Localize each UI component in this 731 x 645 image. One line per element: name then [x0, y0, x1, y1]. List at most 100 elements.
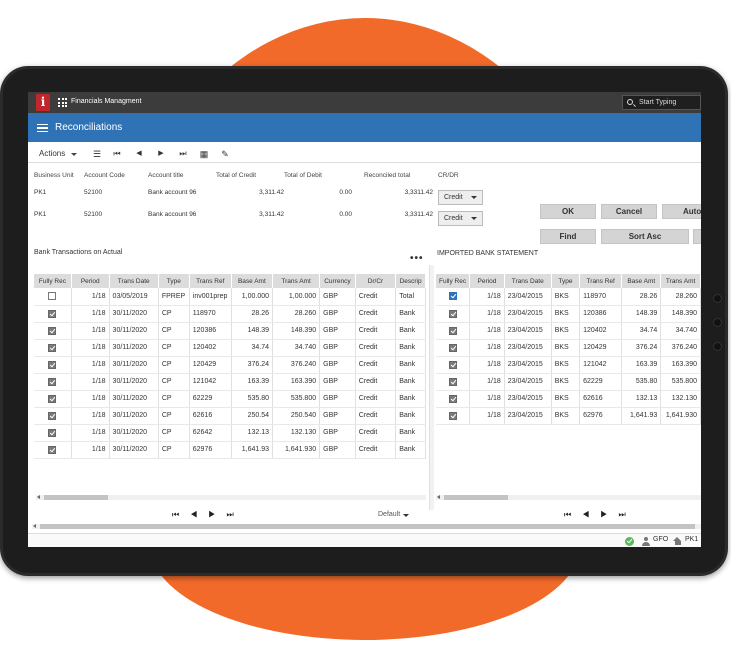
- table-row[interactable]: 1/18 23/04/2015 BKS 62616 132.13 132.130: [436, 390, 701, 408]
- fully-rec-cell[interactable]: [436, 407, 471, 425]
- fully-rec-checkbox[interactable]: [48, 292, 57, 301]
- view-select[interactable]: Default: [378, 511, 410, 518]
- prev-icon[interactable]: ◀: [132, 147, 146, 161]
- fully-rec-checkbox[interactable]: [48, 428, 57, 437]
- fully-rec-checkbox[interactable]: [448, 343, 457, 352]
- column-header[interactable]: Period: [469, 274, 505, 288]
- fully-rec-checkbox[interactable]: [48, 343, 57, 352]
- table-row[interactable]: 1/18 30/11/2020 CP 118970 28.26 28.260 GBP Cred…: [34, 305, 426, 323]
- left-pager[interactable]: ⏮◀▶⏭: [172, 510, 245, 520]
- find-button[interactable]: Find: [540, 229, 596, 244]
- fully-rec-cell[interactable]: [436, 390, 471, 408]
- app-logo[interactable]: i: [36, 94, 50, 111]
- scroll-left-icon[interactable]: [33, 524, 36, 528]
- page-horizontal-scrollbar[interactable]: [32, 524, 701, 529]
- fully-rec-checkbox[interactable]: [448, 360, 457, 369]
- table-row[interactable]: 1/18 23/04/2015 BKS 62976 1,641.93 1,641.930: [436, 407, 701, 425]
- column-header[interactable]: Trans Amt: [272, 274, 321, 288]
- fully-rec-cell[interactable]: [34, 305, 72, 323]
- column-header[interactable]: Descrip: [395, 274, 426, 288]
- fully-rec-checkbox[interactable]: [48, 326, 57, 335]
- scroll-left-icon[interactable]: [437, 495, 440, 499]
- table-row[interactable]: 1/18 30/11/2020 CP 62976 1,641.93 1,641.930 GB…: [34, 441, 426, 459]
- fully-rec-cell[interactable]: [34, 407, 72, 425]
- fully-rec-checkbox[interactable]: [448, 411, 457, 420]
- more-options-icon[interactable]: •••: [410, 253, 424, 264]
- fully-rec-cell[interactable]: [436, 339, 471, 357]
- column-header[interactable]: Base Amt: [231, 274, 274, 288]
- fully-rec-checkbox[interactable]: [448, 394, 457, 403]
- table-row[interactable]: 1/18 23/04/2015 BKS 120386 148.39 148.390: [436, 305, 701, 323]
- column-header[interactable]: Trans Ref: [189, 274, 232, 288]
- column-header[interactable]: Type: [158, 274, 190, 288]
- actions-dropdown[interactable]: Actions: [33, 147, 80, 161]
- column-header[interactable]: Period: [71, 274, 110, 288]
- fully-rec-cell[interactable]: [34, 424, 72, 442]
- table-row[interactable]: 1/18 30/11/2020 CP 62229 535.80 535.800 GBP Cre…: [34, 390, 426, 408]
- user-icon[interactable]: [642, 537, 650, 546]
- fully-rec-checkbox[interactable]: [448, 309, 457, 318]
- table-row[interactable]: 1/18 03/05/2019 FPREP inv001prep 1,00.000 1,0…: [34, 288, 426, 306]
- list-icon[interactable]: ☰: [90, 147, 104, 161]
- fully-rec-cell[interactable]: [436, 373, 471, 391]
- column-header[interactable]: Base Amt: [621, 274, 662, 288]
- fully-rec-cell[interactable]: [436, 356, 471, 374]
- table-row[interactable]: 1/18 30/11/2020 CP 121042 163.39 163.390 GBP Cr…: [34, 373, 426, 391]
- table-row[interactable]: 1/18 30/11/2020 CP 120429 376.24 376.240 GBP Cr…: [34, 356, 426, 374]
- table-row[interactable]: 1/18 23/04/2015 BKS 120402 34.74 34.740: [436, 322, 701, 340]
- table-row[interactable]: 1/18 30/11/2020 CP 62616 250.54 250.540 GBP Cre…: [34, 407, 426, 425]
- sort-asc-button[interactable]: Sort Asc: [601, 229, 689, 244]
- column-header[interactable]: Currency: [319, 274, 356, 288]
- column-header[interactable]: Trans Date: [504, 274, 552, 288]
- fully-rec-cell[interactable]: [34, 288, 72, 306]
- left-horizontal-scrollbar[interactable]: [36, 495, 426, 500]
- fully-rec-checkbox[interactable]: [448, 292, 457, 301]
- fully-rec-cell[interactable]: [436, 322, 471, 340]
- column-header[interactable]: Dr/Cr: [355, 274, 397, 288]
- table-row[interactable]: 1/18 30/11/2020 CP 120402 34.74 34.740 GBP Cred…: [34, 339, 426, 357]
- table-row[interactable]: 1/18 23/04/2015 BKS 121042 163.39 163.390: [436, 356, 701, 374]
- fully-rec-cell[interactable]: [34, 322, 72, 340]
- fully-rec-cell[interactable]: [34, 339, 72, 357]
- column-header[interactable]: Trans Ref: [579, 274, 623, 288]
- fully-rec-cell[interactable]: [34, 356, 72, 374]
- cr-dr-select[interactable]: Credit: [438, 190, 483, 205]
- cancel-button[interactable]: Cancel: [601, 204, 657, 219]
- table-row[interactable]: 1/18 30/11/2020 CP 120386 148.39 148.390 GBP Cr…: [34, 322, 426, 340]
- scrollbar-thumb[interactable]: [444, 495, 508, 500]
- fully-rec-cell[interactable]: [436, 288, 471, 306]
- table-row[interactable]: 1/18 30/11/2020 CP 62642 132.13 132.130 GBP Cre…: [34, 424, 426, 442]
- table-row[interactable]: 1/18 23/04/2015 BKS 62229 535.80 535.800: [436, 373, 701, 391]
- fully-rec-checkbox[interactable]: [48, 309, 57, 318]
- fully-rec-checkbox[interactable]: [48, 360, 57, 369]
- fully-rec-checkbox[interactable]: [448, 377, 457, 386]
- right-pager[interactable]: ⏮◀▶⏭: [564, 510, 637, 520]
- table-row[interactable]: 1/18 23/04/2015 BKS 118970 28.26 28.260: [436, 288, 701, 306]
- search-input[interactable]: Start Typing: [622, 95, 701, 110]
- scrollbar-thumb[interactable]: [40, 524, 695, 529]
- scrollbar-thumb[interactable]: [44, 495, 108, 500]
- fully-rec-checkbox[interactable]: [448, 326, 457, 335]
- last-page-icon[interactable]: ⏭: [176, 147, 190, 161]
- edit-icon[interactable]: ✎: [218, 147, 232, 161]
- fully-rec-cell[interactable]: [436, 305, 471, 323]
- fully-rec-cell[interactable]: [34, 390, 72, 408]
- right-horizontal-scrollbar[interactable]: [436, 495, 701, 500]
- next-icon[interactable]: ▶: [154, 147, 168, 161]
- calculator-icon[interactable]: ▦: [197, 147, 211, 161]
- unit-code[interactable]: PK1: [685, 536, 698, 543]
- user-code[interactable]: GFO: [653, 536, 668, 543]
- apps-grid-icon[interactable]: [58, 98, 67, 107]
- fully-rec-cell[interactable]: [34, 441, 72, 459]
- column-header[interactable]: Trans Date: [109, 274, 159, 288]
- more-button[interactable]: [693, 229, 701, 244]
- auto-button[interactable]: Auto: [662, 204, 701, 219]
- first-page-icon[interactable]: ⏮: [110, 147, 124, 161]
- fully-rec-checkbox[interactable]: [48, 394, 57, 403]
- column-header[interactable]: Trans Amt: [660, 274, 701, 288]
- cr-dr-select[interactable]: Credit: [438, 211, 483, 226]
- column-header[interactable]: Type: [551, 274, 581, 288]
- ok-button[interactable]: OK: [540, 204, 596, 219]
- fully-rec-checkbox[interactable]: [48, 445, 57, 454]
- fully-rec-checkbox[interactable]: [48, 411, 57, 420]
